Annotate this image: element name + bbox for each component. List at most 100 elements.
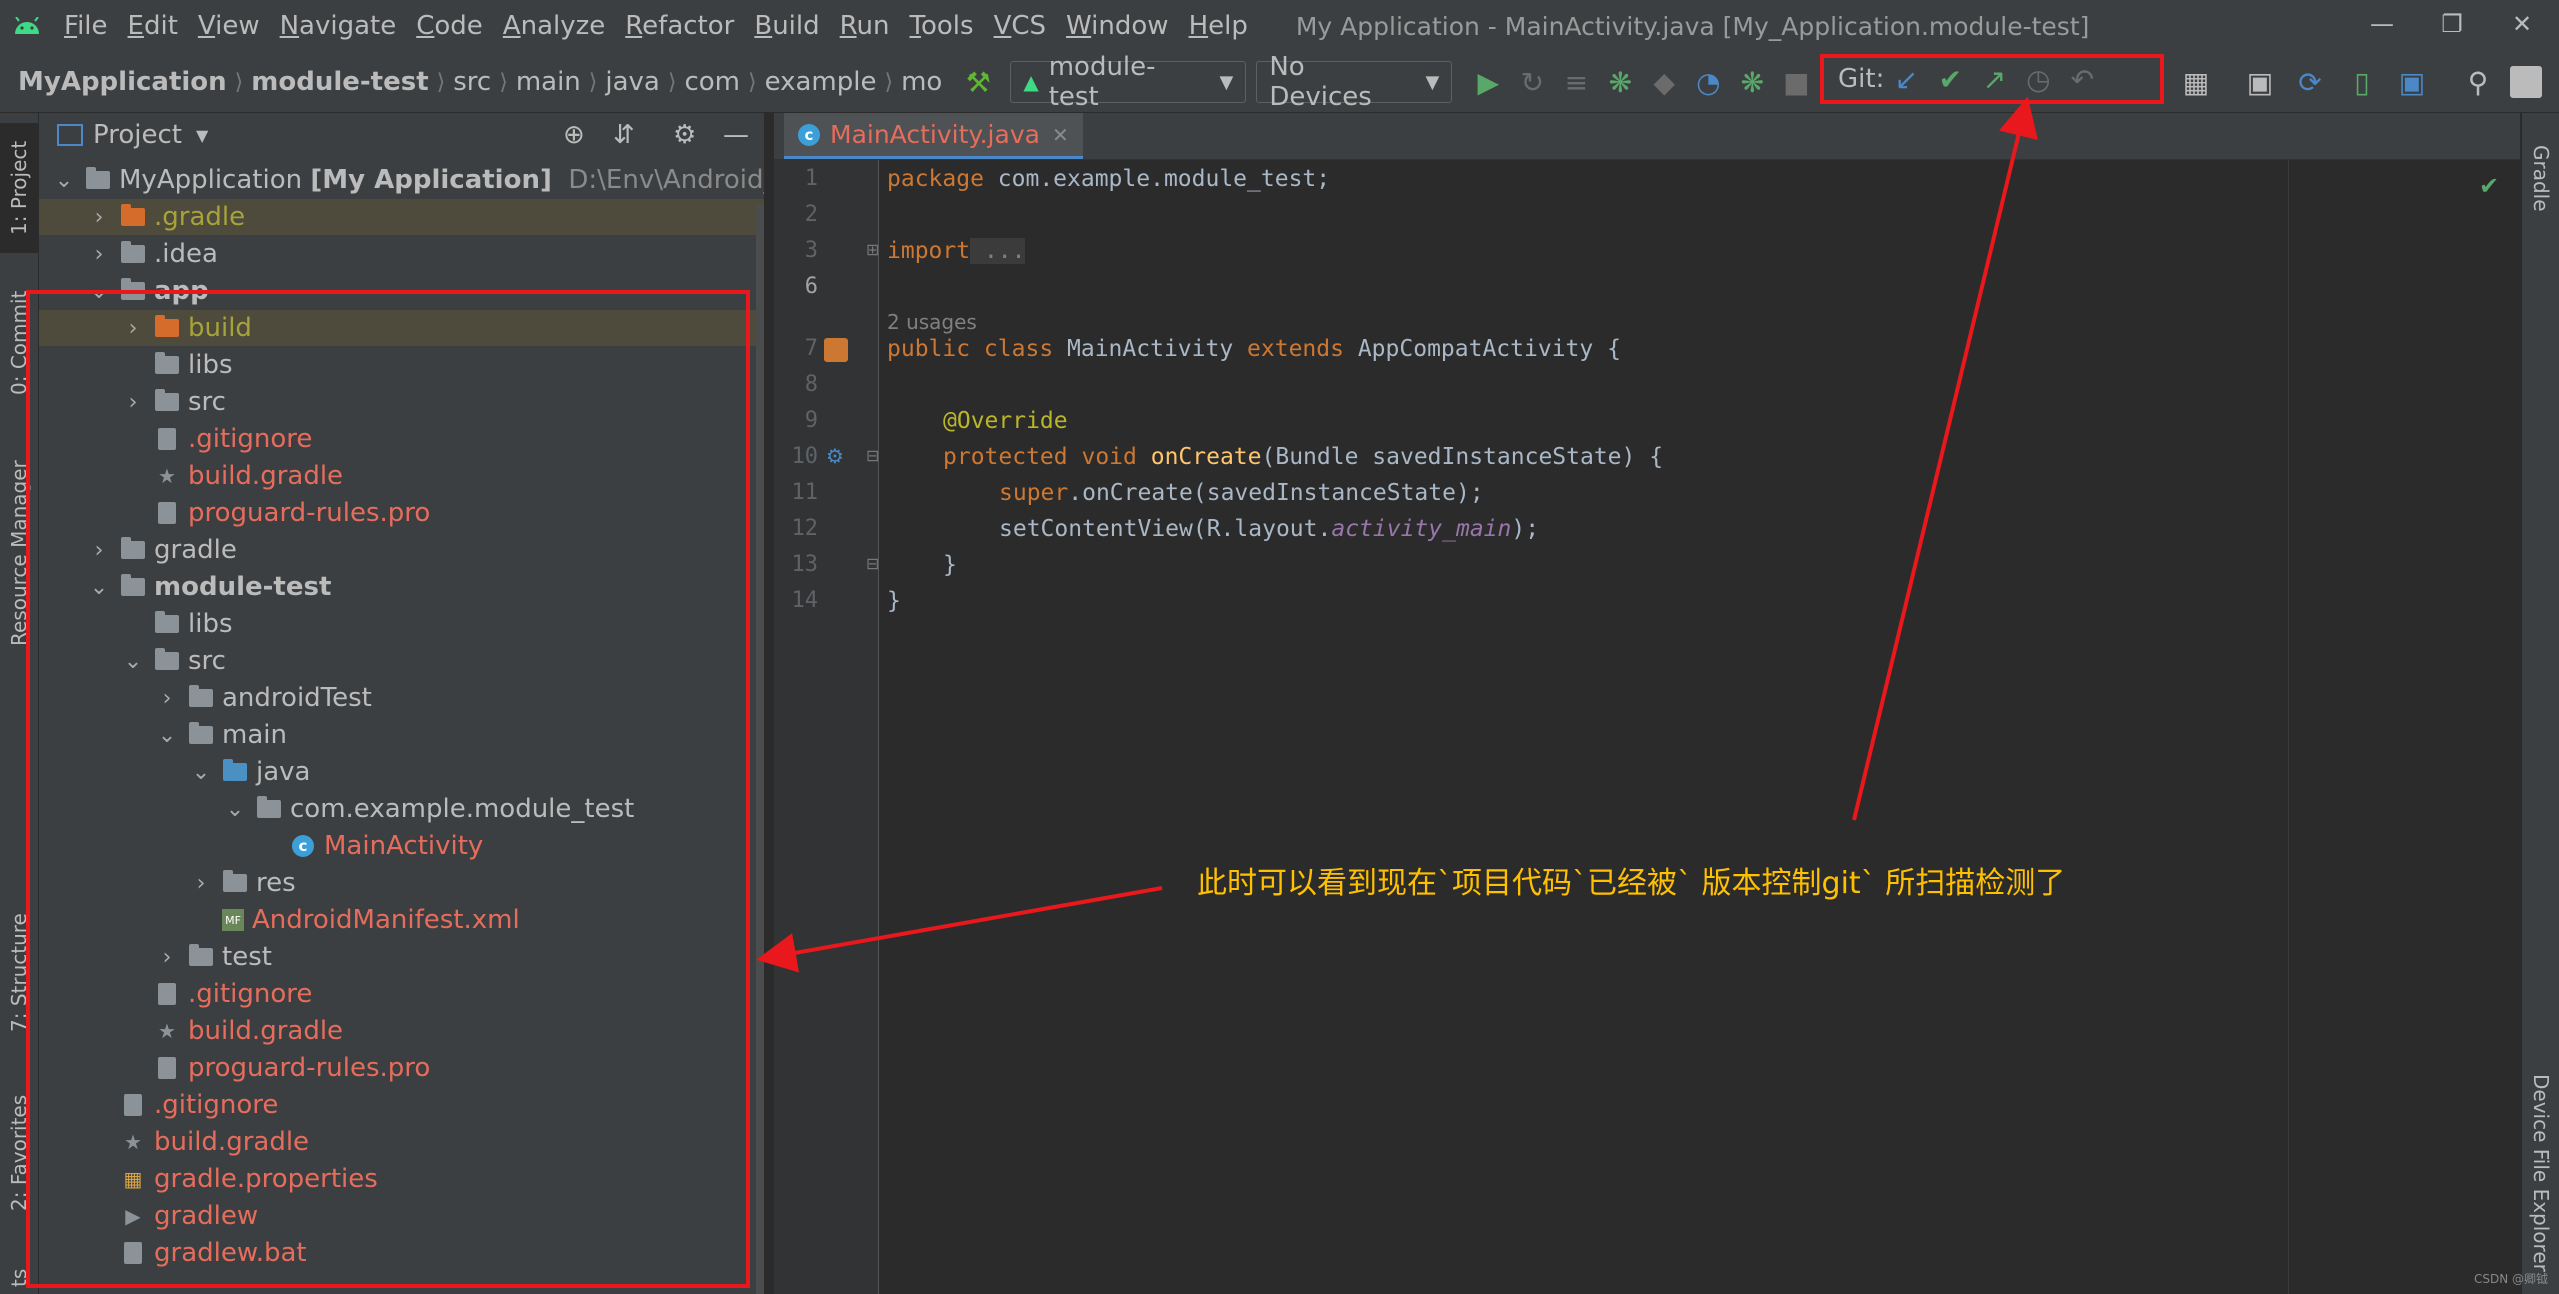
locate-icon[interactable]: ⊕ bbox=[563, 120, 585, 150]
run-icon[interactable]: ▶ bbox=[1466, 60, 1510, 104]
git-commit-icon[interactable]: ✔ bbox=[1928, 57, 1972, 101]
close-tab-icon[interactable]: ✕ bbox=[1052, 123, 1069, 147]
menu-tools[interactable]: Tools bbox=[900, 11, 984, 41]
sync-gradle-icon[interactable]: ⟳ bbox=[2288, 60, 2332, 104]
chevron-down-icon[interactable]: ⌄ bbox=[122, 649, 144, 674]
tab-device-file-explorer[interactable]: Device File Explorer bbox=[2522, 1053, 2559, 1293]
chevron-right-icon[interactable]: › bbox=[156, 945, 178, 970]
chevron-down-icon[interactable]: ⌄ bbox=[190, 760, 212, 785]
menu-build[interactable]: Build bbox=[744, 11, 829, 41]
tab-structure[interactable]: 7: Structure bbox=[0, 893, 38, 1053]
search-icon[interactable]: ⚲ bbox=[2456, 60, 2500, 104]
chevron-down-icon[interactable]: ▼ bbox=[196, 126, 208, 145]
stop-icon[interactable]: ■ bbox=[1774, 60, 1818, 104]
avd-manager-icon[interactable]: ▯ bbox=[2340, 60, 2384, 104]
tree-item-package[interactable]: ⌄ com.example.module_test bbox=[224, 791, 635, 827]
sdk-manager-icon[interactable]: ▣ bbox=[2390, 60, 2434, 104]
chevron-right-icon[interactable]: › bbox=[88, 538, 110, 563]
inspection-ok-icon[interactable]: ✔ bbox=[2479, 172, 2499, 200]
tree-item-gitignore[interactable]: .gitignore bbox=[154, 976, 312, 1012]
tree-item-app[interactable]: ⌄ app bbox=[88, 273, 209, 309]
breadcrumb-java[interactable]: java bbox=[601, 67, 663, 97]
tree-item-gitignore[interactable]: .gitignore bbox=[120, 1087, 278, 1123]
tree-item-proguard[interactable]: proguard-rules.pro bbox=[154, 495, 430, 531]
tree-item-gradlew[interactable]: ▶ gradlew bbox=[120, 1198, 258, 1234]
menu-edit[interactable]: Edit bbox=[118, 11, 188, 41]
restore-icon[interactable]: ❐ bbox=[2422, 6, 2482, 42]
chevron-down-icon[interactable]: ⌄ bbox=[88, 279, 110, 304]
run-config-select[interactable]: ▲ module-test ▼ bbox=[1010, 52, 1247, 112]
terminal-icon[interactable]: ▣ bbox=[2238, 60, 2282, 104]
close-icon[interactable]: ✕ bbox=[2492, 6, 2552, 42]
hammer-icon[interactable]: ⚒ bbox=[956, 60, 1000, 104]
minimize-icon[interactable]: — bbox=[2352, 6, 2412, 42]
tree-item-main[interactable]: ⌄ main bbox=[156, 717, 287, 753]
chevron-right-icon[interactable]: › bbox=[156, 686, 178, 711]
splitter[interactable] bbox=[764, 113, 774, 1294]
tree-item-build-gradle[interactable]: ★ build.gradle bbox=[154, 1013, 343, 1049]
git-push-icon[interactable]: ↗ bbox=[1972, 57, 2016, 101]
breadcrumb-src[interactable]: src bbox=[449, 67, 495, 97]
chevron-right-icon[interactable]: › bbox=[190, 871, 212, 896]
apply-changes-icon[interactable]: ↻ bbox=[1510, 60, 1554, 104]
avatar[interactable] bbox=[2510, 66, 2542, 98]
menu-navigate[interactable]: Navigate bbox=[270, 11, 407, 41]
tab-favorites[interactable]: 2: Favorites bbox=[0, 1073, 38, 1233]
tree-item-libs[interactable]: libs bbox=[154, 606, 233, 642]
tab-gradle[interactable]: Gradle bbox=[2522, 123, 2559, 233]
chevron-right-icon[interactable]: › bbox=[122, 390, 144, 415]
chevron-right-icon[interactable]: › bbox=[88, 242, 110, 267]
breadcrumb-module[interactable]: module-test bbox=[247, 67, 432, 97]
folded-imports[interactable]: ... bbox=[970, 238, 1026, 264]
tree-item-libs[interactable]: libs bbox=[154, 347, 233, 383]
breadcrumb-mo[interactable]: mo bbox=[897, 67, 946, 97]
usages-hint[interactable]: 2 usages bbox=[887, 310, 977, 334]
chevron-down-icon[interactable]: ⌄ bbox=[156, 723, 178, 748]
menu-file[interactable]: File bbox=[54, 11, 118, 41]
collapse-all-icon[interactable]: ⇵ bbox=[613, 120, 635, 150]
tree-item-build[interactable]: › build bbox=[39, 310, 764, 346]
override-icon[interactable]: ⚙ bbox=[826, 444, 844, 468]
gear-icon[interactable]: ⚙ bbox=[673, 120, 696, 150]
breadcrumb-example[interactable]: example bbox=[761, 67, 881, 97]
tab-build-variants[interactable]: ts bbox=[0, 1263, 38, 1293]
tab-main-activity[interactable]: c MainActivity.java ✕ bbox=[784, 113, 1083, 159]
chevron-down-icon[interactable]: ⌄ bbox=[53, 168, 75, 193]
tree-item-gradle[interactable]: › gradle bbox=[88, 532, 237, 568]
menu-vcs[interactable]: VCS bbox=[984, 11, 1056, 41]
menu-run[interactable]: Run bbox=[830, 11, 900, 41]
attach-debugger-icon[interactable]: ❋ bbox=[1730, 60, 1774, 104]
breadcrumb-project[interactable]: MyApplication bbox=[14, 67, 231, 97]
tree-item-gradlew-bat[interactable]: gradlew.bat bbox=[120, 1235, 307, 1271]
tab-resource-manager[interactable]: Resource Manager bbox=[0, 443, 38, 663]
hide-panel-icon[interactable]: — bbox=[723, 120, 749, 150]
tree-item-src[interactable]: › src bbox=[122, 384, 226, 420]
menu-refactor[interactable]: Refactor bbox=[615, 11, 744, 41]
profile-icon[interactable]: ◔ bbox=[1686, 60, 1730, 104]
tree-item-manifest[interactable]: MF AndroidManifest.xml bbox=[222, 902, 520, 938]
tree-item-root[interactable]: ⌄ MyApplication [My Application] D:\Env\… bbox=[53, 162, 855, 198]
menu-view[interactable]: View bbox=[188, 11, 270, 41]
tab-project[interactable]: 1: Project bbox=[0, 123, 38, 253]
chevron-down-icon[interactable]: ⌄ bbox=[224, 797, 246, 822]
tree-item-module-test[interactable]: ⌄ module-test bbox=[88, 569, 332, 605]
fold-icon[interactable]: ⊟ bbox=[866, 554, 879, 573]
breadcrumb-com[interactable]: com bbox=[680, 67, 744, 97]
tree-item-android-test[interactable]: › androidTest bbox=[156, 680, 372, 716]
menu-analyze[interactable]: Analyze bbox=[493, 11, 615, 41]
scrollbar[interactable] bbox=[756, 205, 764, 1294]
fold-icon[interactable]: ⊟ bbox=[866, 446, 879, 465]
tree-item-proguard[interactable]: proguard-rules.pro bbox=[154, 1050, 430, 1086]
tree-item-java[interactable]: ⌄ java bbox=[190, 754, 311, 790]
project-structure-icon[interactable]: ▦ bbox=[2174, 60, 2218, 104]
chevron-right-icon[interactable]: › bbox=[122, 316, 144, 341]
coverage-icon[interactable]: ◆ bbox=[1642, 60, 1686, 104]
code-editor[interactable]: package com.example.module_test; import … bbox=[879, 160, 2520, 1294]
tree-item-src[interactable]: ⌄ src bbox=[122, 643, 226, 679]
git-update-icon[interactable]: ↙ bbox=[1884, 57, 1928, 101]
tree-item-build-gradle[interactable]: ★ build.gradle bbox=[120, 1124, 309, 1160]
debug-icon[interactable]: ❋ bbox=[1598, 60, 1642, 104]
tree-item-build-gradle[interactable]: ★ build.gradle bbox=[154, 458, 343, 494]
menu-code[interactable]: Code bbox=[406, 11, 493, 41]
git-history-icon[interactable]: ◷ bbox=[2016, 57, 2060, 101]
